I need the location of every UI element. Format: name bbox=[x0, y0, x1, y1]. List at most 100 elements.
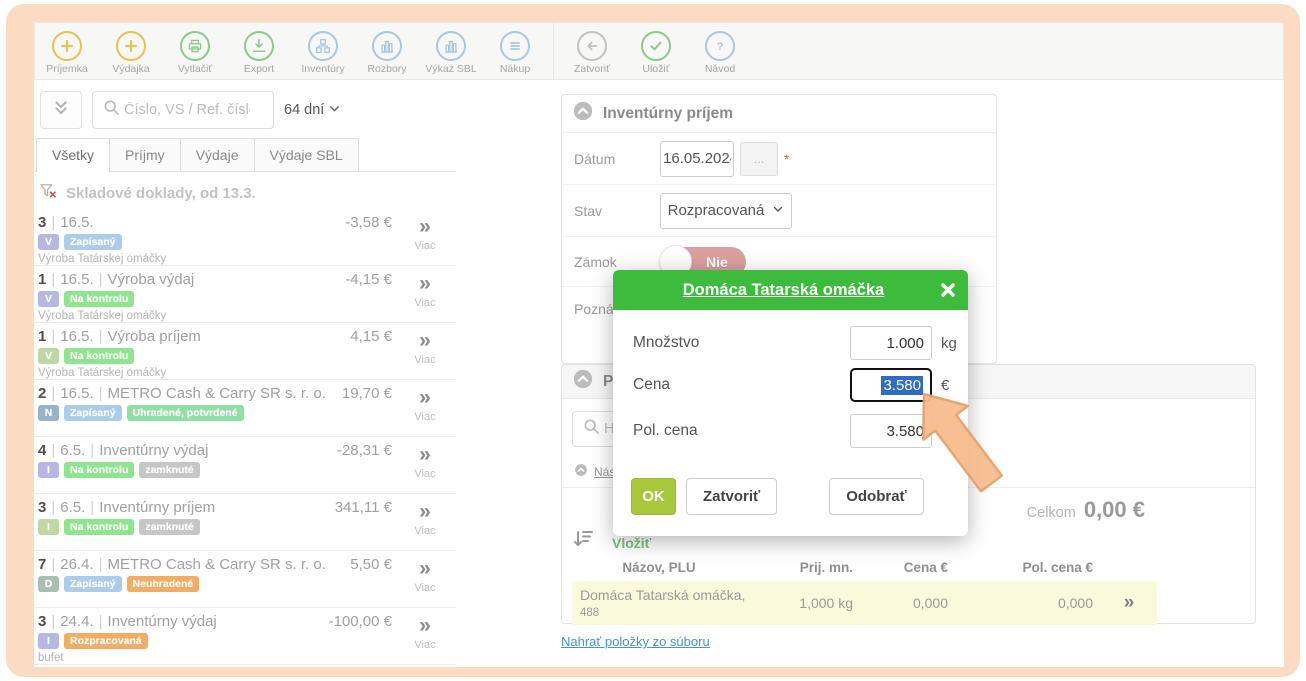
document-search-input[interactable] bbox=[122, 101, 252, 119]
chevron-down-icon bbox=[772, 202, 784, 219]
field-label: Množstvo bbox=[633, 334, 850, 352]
mnozstvo-input[interactable]: 1.000 bbox=[850, 326, 932, 360]
column-header-nazov-plu[interactable]: Názov, PLU bbox=[572, 560, 746, 575]
document-row[interactable]: 3 | 24.4.|Inventúrny výdaj -100,00 € IRo… bbox=[34, 608, 456, 665]
expand-filters-button[interactable] bbox=[40, 91, 82, 129]
cena-input[interactable]: 3.580 bbox=[850, 368, 932, 402]
items-table-header: Názov, PLUPrij. mn.Cena €Pol. cena € bbox=[572, 553, 1157, 581]
doc-more-button[interactable]: » Viac bbox=[402, 217, 448, 252]
ok-button[interactable]: OK bbox=[631, 478, 676, 515]
more-label: Viac bbox=[402, 582, 448, 594]
collapse-chevron-up-icon[interactable] bbox=[572, 368, 594, 395]
toolbar-vytlacit-button[interactable]: Vytlačiť bbox=[163, 27, 227, 75]
close-icon[interactable] bbox=[928, 280, 968, 300]
field-unit: kg bbox=[932, 335, 968, 352]
collapse-chevron-up-icon[interactable] bbox=[572, 100, 594, 127]
double-chevron-right-icon: » bbox=[402, 331, 448, 351]
add-item-link[interactable]: Vložiť bbox=[612, 535, 651, 551]
toolbar-nakup-button[interactable]: Nákup bbox=[483, 27, 547, 75]
status-badge: Na kontrolu bbox=[64, 519, 134, 535]
filter-funnel-icon[interactable] bbox=[38, 181, 58, 205]
toolbar-navod-button[interactable]: ? Návod bbox=[688, 27, 752, 75]
doc-amount: 4,15 € bbox=[350, 328, 392, 345]
list-header-text: Skladové doklady, od 13.3. bbox=[66, 185, 256, 202]
search-icon bbox=[581, 416, 602, 442]
tab-vsetky[interactable]: Všetky bbox=[36, 138, 110, 171]
period-filter-dropdown[interactable]: 64 dní bbox=[284, 102, 341, 119]
sort-icon[interactable] bbox=[572, 527, 596, 556]
plus-icon bbox=[116, 31, 146, 61]
toolbar-prijemka-button[interactable]: Príjemka bbox=[35, 27, 99, 75]
toolbar-vydajka-button[interactable]: Výdajka bbox=[99, 27, 163, 75]
doc-more-button[interactable]: » Viac bbox=[402, 331, 448, 366]
total-display: Celkom 0,00 € bbox=[1027, 497, 1145, 523]
doc-count: 3 bbox=[38, 499, 46, 516]
status-label: Stav bbox=[574, 203, 660, 219]
status-badge: I bbox=[38, 519, 59, 535]
toolbar-inventury-button[interactable]: Inventúry bbox=[291, 27, 355, 75]
app-screen: Príjemka Výdajka Vytlačiť Export Inventú… bbox=[34, 22, 1284, 667]
column-header-pol-cena[interactable]: Pol. cena € bbox=[956, 560, 1101, 575]
toolbar-ulozit-button[interactable]: Uložiť bbox=[624, 27, 688, 75]
document-row[interactable]: 3 | 16.5. -3,58 € VZapísaný Výroba Tatár… bbox=[34, 209, 456, 266]
toolbar-export-button[interactable]: Export bbox=[227, 27, 291, 75]
remove-button[interactable]: Odobrať bbox=[829, 478, 924, 515]
doc-amount: -4,15 € bbox=[345, 271, 392, 288]
list-controls: 64 dní bbox=[34, 80, 456, 138]
doc-more-button[interactable]: » Viac bbox=[402, 445, 448, 480]
modal-field-mnozstvo: Množstvo 1.000 kg bbox=[613, 326, 968, 360]
document-row[interactable]: 3 | 24.4.|METRO Cash & Carry SR 230,98 €… bbox=[34, 665, 456, 667]
item-more-button[interactable]: » bbox=[1101, 592, 1157, 614]
status-badge: V bbox=[38, 291, 59, 307]
close-button[interactable]: Zatvoriť bbox=[686, 478, 777, 515]
date-input[interactable] bbox=[660, 141, 734, 177]
field-unit: € bbox=[932, 377, 968, 394]
doc-title: Inventúrny výdaj bbox=[108, 613, 217, 630]
pol-cena-input[interactable]: 3.580 bbox=[850, 414, 932, 448]
tab-vydaje-sbl[interactable]: Výdaje SBL bbox=[254, 138, 359, 171]
doc-date: 16.5. bbox=[60, 328, 93, 345]
toolbar-rozbory-button[interactable]: Rozbory bbox=[355, 27, 419, 75]
doc-more-button[interactable]: » Viac bbox=[402, 502, 448, 537]
document-row[interactable]: 7 | 26.4.|METRO Cash & Carry SR s. r. o.… bbox=[34, 551, 456, 608]
column-header-cena[interactable]: Cena € bbox=[861, 560, 956, 575]
toolbar-divider bbox=[553, 23, 554, 79]
item-row[interactable]: Domáca Tatarská omáčka, 488 1,000 kg 0,0… bbox=[572, 581, 1157, 625]
doc-title: Inventúrny príjem bbox=[99, 499, 215, 516]
document-row[interactable]: 3 | 6.5.|Inventúrny príjem 341,11 € INa … bbox=[34, 494, 456, 551]
doc-more-button[interactable]: » Viac bbox=[402, 388, 448, 423]
document-row[interactable]: 2 | 16.5.|METRO Cash & Carry SR s. r. o.… bbox=[34, 380, 456, 437]
plus-icon bbox=[52, 31, 82, 61]
document-row[interactable]: 1 | 16.5.|Výroba výdaj -4,15 € VNa kontr… bbox=[34, 266, 456, 323]
document-search bbox=[92, 91, 274, 129]
document-row[interactable]: 4 | 6.5.|Inventúrny výdaj -28,31 € INa k… bbox=[34, 437, 456, 494]
doc-date: 16.5. bbox=[60, 271, 93, 288]
status-select[interactable]: Rozpracovaná bbox=[660, 193, 792, 229]
toolbar-vykaz-sbl-button[interactable]: Výkaz SBL bbox=[419, 27, 483, 75]
window-frame: Príjemka Výdajka Vytlačiť Export Inventú… bbox=[6, 4, 1300, 677]
doc-more-button[interactable]: » Viac bbox=[402, 274, 448, 309]
date-picker-button[interactable]: ... bbox=[740, 142, 778, 176]
item-name: Domáca Tatarská omáčka, 488 bbox=[572, 587, 746, 619]
status-badge: Na kontrolu bbox=[64, 462, 134, 478]
more-label: Viac bbox=[402, 525, 448, 537]
question-icon: ? bbox=[705, 31, 735, 61]
doc-title: Výroba príjem bbox=[108, 328, 201, 345]
document-row[interactable]: 1 | 16.5.|Výroba príjem 4,15 € VNa kontr… bbox=[34, 323, 456, 380]
doc-date: 26.4. bbox=[60, 556, 93, 573]
upload-items-link[interactable]: Nahrať položky zo súboru bbox=[561, 634, 710, 649]
tab-prijmy[interactable]: Príjmy bbox=[109, 138, 181, 171]
double-chevron-down-icon bbox=[50, 97, 72, 124]
toolbar-zatvorit-button[interactable]: Zatvoriť bbox=[560, 27, 624, 75]
status-badge: N bbox=[38, 405, 59, 421]
doc-more-button[interactable]: » Viac bbox=[402, 559, 448, 594]
doc-more-button[interactable]: » Viac bbox=[402, 616, 448, 651]
doc-amount: -28,31 € bbox=[337, 442, 392, 459]
column-header-prij-mn[interactable]: Prij. mn. bbox=[746, 560, 861, 575]
toolbar: Príjemka Výdajka Vytlačiť Export Inventú… bbox=[34, 22, 1284, 80]
doc-date: 6.5. bbox=[60, 442, 85, 459]
field-label: Pol. cena bbox=[633, 422, 850, 440]
double-chevron-right-icon: » bbox=[402, 274, 448, 294]
tab-vydaje[interactable]: Výdaje bbox=[180, 138, 255, 171]
items-table-body: Domáca Tatarská omáčka, 488 1,000 kg 0,0… bbox=[572, 581, 1157, 625]
